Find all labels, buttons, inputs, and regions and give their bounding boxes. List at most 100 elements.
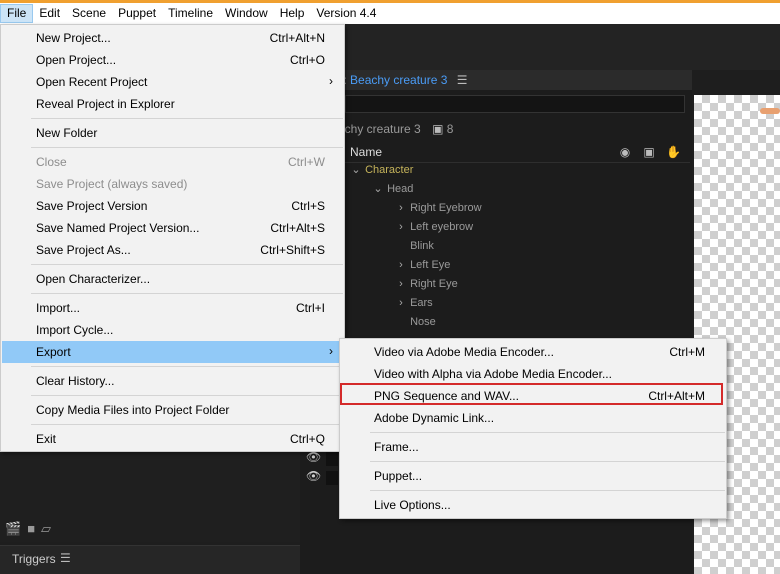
- hand-icon[interactable]: ✋: [666, 145, 681, 159]
- chevron-right-icon[interactable]: ›: [395, 199, 407, 218]
- menu-item-label: PNG Sequence and WAV...: [374, 389, 519, 403]
- menu-help[interactable]: Help: [274, 4, 311, 23]
- menu-item-label: Live Options...: [374, 498, 451, 512]
- menu-item-open-project[interactable]: Open Project... Ctrl+O: [2, 49, 343, 71]
- menu-puppet[interactable]: Puppet: [112, 4, 162, 23]
- menu-separator: [370, 432, 725, 433]
- menu-item-save-named-version[interactable]: Save Named Project Version... Ctrl+Alt+S: [2, 217, 343, 239]
- menu-item-label: Open Project...: [36, 53, 117, 67]
- tree-item-left-eye[interactable]: › Left Eye: [345, 256, 690, 275]
- chevron-right-icon[interactable]: ›: [395, 294, 407, 313]
- menu-item-open-recent-project[interactable]: Open Recent Project ›: [2, 71, 343, 93]
- menu-item-adobe-dynamic-link[interactable]: Adobe Dynamic Link...: [341, 407, 725, 429]
- tree-item-label: Left eyebrow: [410, 221, 474, 233]
- menu-item-save-project[interactable]: Save Project (always saved): [2, 173, 343, 195]
- tree-item-nose[interactable]: Nose: [345, 313, 690, 332]
- tree-item-label: Character: [365, 164, 414, 176]
- menu-item-clear-history[interactable]: Clear History...: [2, 370, 343, 392]
- chevron-down-icon[interactable]: ⌄: [372, 180, 384, 199]
- note-icon[interactable]: ▱: [41, 521, 51, 537]
- scene-artwork-fragment: [760, 108, 780, 114]
- menu-item-new-folder[interactable]: New Folder: [2, 122, 343, 144]
- tree-item-character[interactable]: ⌄ Character: [345, 161, 690, 180]
- menu-item-frame[interactable]: Frame...: [341, 436, 725, 458]
- menu-item-open-characterizer[interactable]: Open Characterizer...: [2, 268, 343, 290]
- menu-separator: [370, 461, 725, 462]
- menu-item-label: Copy Media Files into Project Folder: [36, 403, 230, 417]
- menu-separator: [31, 424, 343, 425]
- menu-separator: [31, 118, 343, 119]
- chevron-right-icon[interactable]: ›: [395, 256, 407, 275]
- tree-header: Name ◉ ▣ ✋: [345, 141, 690, 163]
- menu-item-exit[interactable]: Exit Ctrl+Q: [2, 428, 343, 450]
- tree-item-label: Right Eyebrow: [410, 202, 482, 214]
- menu-item-shortcut: Ctrl+Q: [289, 432, 325, 446]
- tree-item-blink[interactable]: Blink: [345, 237, 690, 256]
- menu-edit[interactable]: Edit: [33, 4, 66, 23]
- menu-item-shortcut: Ctrl+Alt+S: [270, 221, 325, 235]
- chevron-right-icon[interactable]: ›: [395, 275, 407, 294]
- menu-bar: File Edit Scene Puppet Timeline Window H…: [0, 3, 780, 24]
- layer-swatch: [326, 452, 338, 466]
- panel-menu-icon[interactable]: ☰: [457, 73, 468, 87]
- menu-item-label: Video via Adobe Media Encoder...: [374, 345, 554, 359]
- tree-item-left-eyebrow[interactable]: › Left eyebrow: [345, 218, 690, 237]
- eye-icon[interactable]: 👁: [306, 469, 321, 483]
- menu-item-close[interactable]: Close Ctrl+W: [2, 151, 343, 173]
- menu-item-save-project-as[interactable]: Save Project As... Ctrl+Shift+S: [2, 239, 343, 261]
- menu-scene[interactable]: Scene: [66, 4, 112, 23]
- puppet-name: achy creature 3: [338, 122, 421, 136]
- tree-item-right-eyebrow[interactable]: › Right Eyebrow: [345, 199, 690, 218]
- chevron-right-icon[interactable]: ›: [395, 218, 407, 237]
- folder-icon[interactable]: ■: [27, 521, 35, 537]
- menu-item-label: Close: [36, 155, 67, 169]
- menu-window[interactable]: Window: [219, 4, 274, 23]
- menu-item-label: New Project...: [36, 31, 111, 45]
- chevron-down-icon[interactable]: ⌄: [350, 161, 362, 180]
- menu-item-label: Save Project (always saved): [36, 177, 188, 191]
- puppet-panel-title: t: Beachy creature 3 ☰: [340, 73, 468, 87]
- menu-item-png-sequence-wav[interactable]: PNG Sequence and WAV... Ctrl+Alt+M: [341, 385, 725, 407]
- eye-icon[interactable]: 👁: [306, 450, 321, 464]
- triggers-menu-icon[interactable]: ☰: [60, 551, 71, 565]
- puppet-count: 8: [446, 122, 454, 136]
- search-input[interactable]: [345, 95, 685, 113]
- camera-header-icon[interactable]: ▣: [642, 145, 656, 159]
- menu-version[interactable]: Version 4.4: [310, 4, 382, 23]
- tree-item-label: Blink: [410, 240, 434, 252]
- menu-item-label: Exit: [36, 432, 57, 446]
- menu-item-video-alpha-media-encoder[interactable]: Video with Alpha via Adobe Media Encoder…: [341, 363, 725, 385]
- triggers-tab[interactable]: Triggers: [12, 552, 56, 566]
- menu-item-shortcut: Ctrl+S: [291, 199, 325, 213]
- menu-item-reveal-project[interactable]: Reveal Project in Explorer: [2, 93, 343, 115]
- menu-timeline[interactable]: Timeline: [162, 4, 219, 23]
- tree-item-head[interactable]: ⌄ Head: [345, 180, 690, 199]
- menu-file[interactable]: File: [0, 4, 34, 23]
- menu-item-label: Frame...: [374, 440, 419, 454]
- puppet-panel-title-name[interactable]: Beachy creature 3: [350, 73, 447, 87]
- menu-item-import[interactable]: Import... Ctrl+I: [2, 297, 343, 319]
- clapper-icon[interactable]: 🎬: [5, 521, 21, 537]
- menu-item-video-media-encoder[interactable]: Video via Adobe Media Encoder... Ctrl+M: [341, 341, 725, 363]
- menu-item-label: New Folder: [36, 126, 98, 140]
- record-icon[interactable]: ◉: [618, 145, 632, 159]
- menu-item-import-cycle[interactable]: Import Cycle...: [2, 319, 343, 341]
- menu-item-export[interactable]: Export ›: [2, 341, 343, 363]
- menu-item-puppet[interactable]: Puppet...: [341, 465, 725, 487]
- menu-item-save-project-version[interactable]: Save Project Version Ctrl+S: [2, 195, 343, 217]
- column-name[interactable]: Name: [350, 145, 382, 159]
- menu-item-label: Open Recent Project: [36, 75, 148, 89]
- menu-item-live-options[interactable]: Live Options...: [341, 494, 725, 516]
- tree-item-label: Right Eye: [410, 278, 458, 290]
- tree-item-right-eye[interactable]: › Right Eye: [345, 275, 690, 294]
- menu-item-new-project[interactable]: New Project... Ctrl+Alt+N: [2, 27, 343, 49]
- menu-item-shortcut: Ctrl+I: [295, 301, 325, 315]
- menu-item-copy-media-files[interactable]: Copy Media Files into Project Folder: [2, 399, 343, 421]
- menu-item-label: Export: [36, 345, 71, 359]
- tree-item-ears[interactable]: › Ears: [345, 294, 690, 313]
- menu-separator: [370, 490, 725, 491]
- tree-item-label: Ears: [410, 297, 433, 309]
- menu-item-label: Open Characterizer...: [36, 272, 151, 286]
- menu-item-label: Save Project Version: [36, 199, 148, 213]
- menu-item-shortcut: Ctrl+O: [289, 53, 325, 67]
